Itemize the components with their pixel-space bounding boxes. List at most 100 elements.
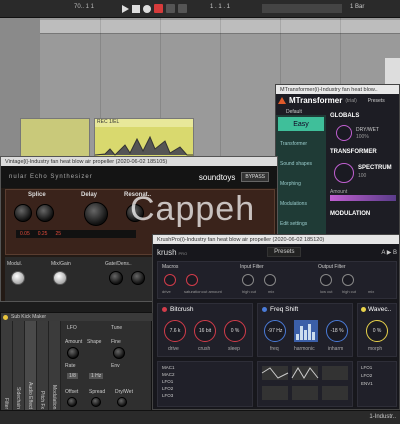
audio-clip[interactable]: REC 1/EL: [94, 118, 194, 158]
spread-knob[interactable]: [91, 397, 101, 407]
mod-row-right[interactable]: LFO1: [361, 365, 393, 370]
knob-label-cut-amount: cut amount: [202, 289, 222, 294]
freq-knob[interactable]: -97 Hz: [264, 320, 286, 342]
mod-knob[interactable]: [11, 271, 25, 285]
knob-label-low-cut: low cut: [320, 289, 333, 294]
harmonic-display[interactable]: [294, 320, 318, 342]
output-lowcut-knob[interactable]: [320, 274, 332, 286]
lfo-amount-knob[interactable]: [67, 347, 79, 359]
output-filter-label: Output Filter: [318, 264, 346, 270]
echo-header-title: nular Echo Synthesizer: [9, 174, 93, 180]
bitcrush-drive-knob[interactable]: 7.6 k: [164, 320, 186, 342]
spectrum-knob[interactable]: [334, 163, 354, 183]
drywet-value: 100%: [356, 134, 369, 140]
mod-row[interactable]: LFO2: [162, 386, 248, 391]
section-delay: Delay: [81, 192, 98, 198]
freqshift-label: Freq Shift: [270, 306, 299, 313]
clip-label: REC 1/EL: [95, 119, 193, 127]
row-label-mix: Mix/Gain: [51, 261, 71, 267]
sub-kick-maker-device[interactable]: Sub Kick Maker Filter Sidechain Audio Ef…: [0, 312, 153, 413]
rate-label: Rate: [65, 363, 76, 369]
mt-presets[interactable]: Presets: [368, 98, 385, 104]
mod-row[interactable]: LFO1: [162, 379, 248, 384]
window-titlebar[interactable]: Vintage[i]-Industry fan heat blow air pr…: [1, 157, 277, 166]
drywet-knob[interactable]: [336, 125, 352, 141]
freqshift-power-icon[interactable]: [262, 307, 267, 312]
bitcrush-crush-knob[interactable]: 16 bit: [194, 320, 216, 342]
row-label-modulation: Modul.: [7, 261, 23, 267]
input-highcut-knob[interactable]: [264, 274, 276, 286]
loop-icon[interactable]: [178, 4, 187, 13]
inharm-label: inharm: [328, 346, 344, 352]
macro-drive-knob[interactable]: [164, 274, 176, 286]
overdub-icon[interactable]: [154, 4, 163, 13]
window-titlebar[interactable]: MTransformer(i)-Industry fan heat blow..: [276, 85, 399, 94]
inharm-knob[interactable]: -18 %: [326, 320, 348, 342]
gate-label: Gate/Dens..: [105, 261, 132, 267]
macro-saturation-knob[interactable]: [186, 274, 198, 286]
track-column[interactable]: Sidechain: [13, 321, 25, 413]
freq-label: freq: [270, 346, 279, 352]
input-lowcut-knob[interactable]: [242, 274, 254, 286]
mod-matrix-left: MAC1 MAC2 LFO1 LFO2 LFO3: [157, 361, 253, 407]
splice-knob-b[interactable]: [36, 204, 54, 222]
lfo-waveform: [261, 366, 348, 400]
bitcrush-crush-label: crush: [198, 346, 211, 352]
track-column[interactable]: Filter: [1, 321, 13, 413]
sidebar-item-sound-shapes[interactable]: Sound shapes: [280, 161, 326, 167]
amount-slider[interactable]: [330, 195, 396, 201]
krush-presets[interactable]: Presets: [267, 247, 302, 257]
track-column[interactable]: Audio Effect: [25, 321, 37, 413]
record-icon[interactable]: [143, 4, 151, 13]
ab-compare[interactable]: A ▶ B: [381, 249, 397, 256]
sidebar-item-morphing[interactable]: Morphing: [280, 181, 326, 187]
status-bar: 1-Industr..: [0, 410, 400, 424]
mode-easy[interactable]: Easy: [278, 117, 324, 131]
audio-clip-left[interactable]: [20, 118, 90, 158]
splice-knob-a[interactable]: [14, 204, 32, 222]
device-power-icon[interactable]: [3, 314, 8, 320]
overview-bar[interactable]: [262, 4, 342, 13]
mod-row[interactable]: LFO3: [162, 393, 248, 398]
knob-label-output-mix: mix: [368, 289, 375, 294]
sidebar-item-modulations[interactable]: Modulations: [280, 201, 326, 207]
play-icon[interactable]: [122, 4, 129, 13]
macros-label: Macros: [162, 264, 179, 270]
device-title: Sub Kick Maker: [11, 314, 47, 320]
bitcrush-sleep-knob[interactable]: 0 %: [224, 320, 246, 342]
automation-icon[interactable]: [166, 4, 175, 13]
window-titlebar[interactable]: KrushPro(i)-Industry fan heat blow air p…: [153, 235, 399, 244]
mod-row-right[interactable]: ENV1: [361, 381, 393, 386]
stop-icon[interactable]: [132, 4, 140, 13]
zoom-display[interactable]: 1 Bar: [350, 4, 364, 10]
mt-modulation-label: MODULATION: [330, 211, 371, 217]
bypass-button[interactable]: BYPASS: [241, 172, 269, 182]
morph-knob[interactable]: 0 %: [366, 320, 388, 342]
tempo-display[interactable]: 70.. 1 1: [74, 4, 94, 10]
fine-knob[interactable]: [113, 347, 125, 359]
spectrum-value: 100: [358, 173, 367, 179]
sidebar-item-transformer[interactable]: Transformer: [280, 141, 326, 147]
output-highcut-knob[interactable]: [342, 274, 354, 286]
delay-knob[interactable]: [84, 202, 108, 226]
mod-matrix-right: LFO1 LFO2 ENV1: [357, 361, 397, 407]
offset-knob[interactable]: [67, 397, 77, 407]
watermark: Cappeh: [130, 190, 256, 228]
track-column[interactable]: Pitch Fx: [37, 321, 49, 413]
sidebar-item-edit-settings[interactable]: Edit settings: [280, 221, 326, 227]
mod-row[interactable]: MAC2: [162, 372, 248, 377]
gate-knob[interactable]: [109, 271, 123, 285]
krush-plugin-window[interactable]: KrushPro(i)-Industry fan heat blow air p…: [152, 234, 400, 410]
morph-label: morph: [368, 346, 383, 352]
mod-row[interactable]: MAC1: [162, 365, 248, 370]
mod-row-right[interactable]: LFO2: [361, 373, 393, 378]
hz-value[interactable]: 1 Hz: [89, 373, 104, 379]
position-display[interactable]: 1 . 1 . 1: [210, 4, 230, 10]
bitcrush-power-icon[interactable]: [162, 307, 167, 312]
drywet-knob[interactable]: [117, 397, 127, 407]
track-column[interactable]: Modulation: [49, 321, 61, 413]
density-knob[interactable]: [131, 271, 145, 285]
rate-value[interactable]: 1/8: [67, 373, 78, 379]
mix-knob[interactable]: [53, 271, 67, 285]
wave-power-icon[interactable]: [361, 307, 366, 312]
